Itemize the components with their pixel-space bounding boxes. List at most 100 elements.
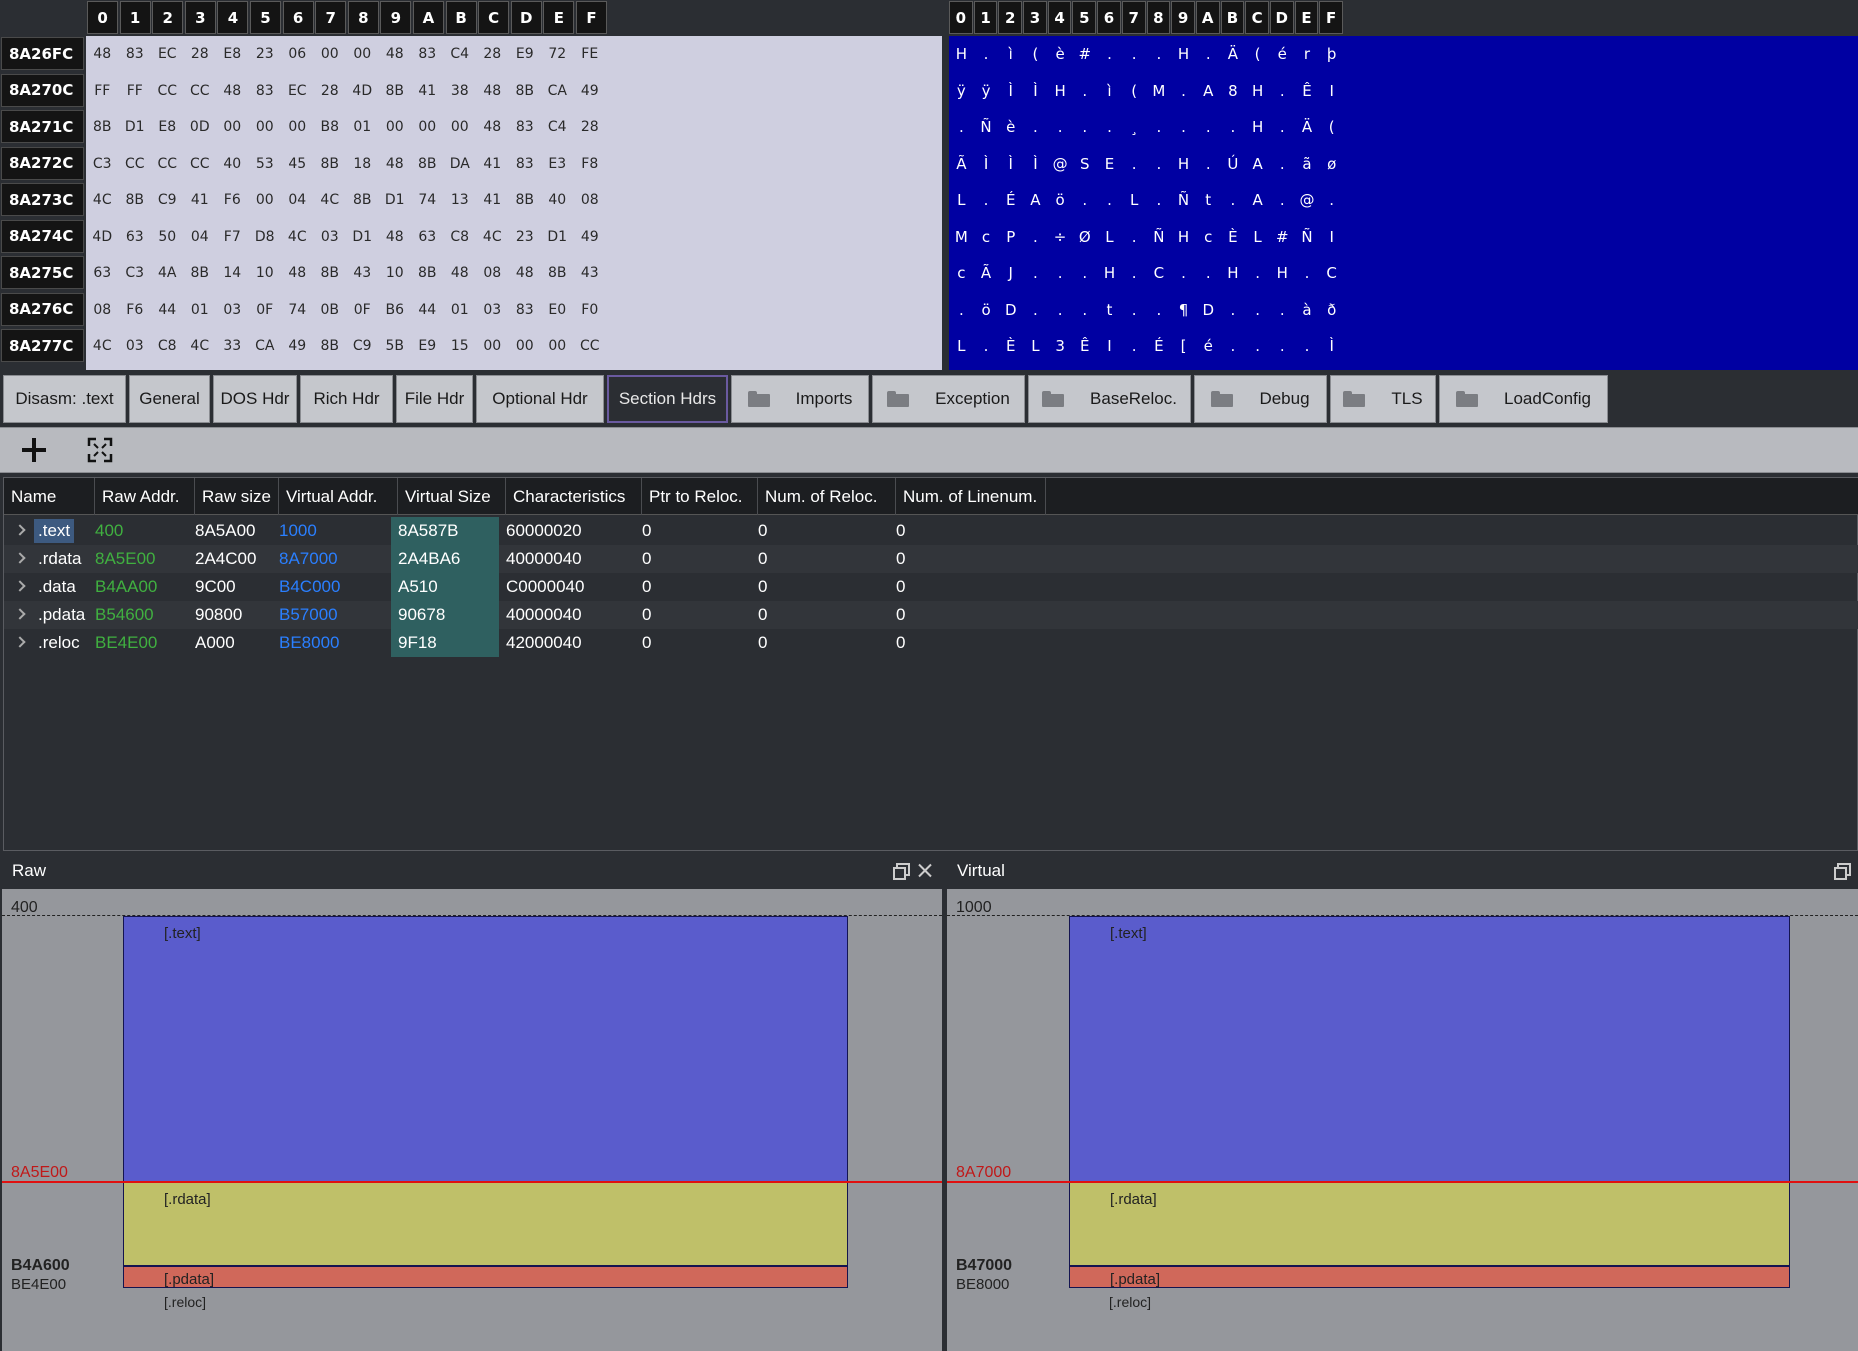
hex-byte[interactable]: 8B [314,156,347,172]
ascii-char[interactable]: . [1147,155,1172,173]
cell-ptr-reloc[interactable]: 0 [635,517,751,545]
cell-ptr-reloc[interactable]: 0 [635,545,751,573]
ascii-char[interactable]: Ú [1221,155,1246,173]
hex-byte[interactable]: F8 [574,156,607,172]
hex-byte[interactable]: D1 [379,192,412,208]
hex-byte[interactable]: 01 [184,302,217,318]
ascii-char[interactable]: é [1270,45,1295,63]
virtual-rdata-segment[interactable]: [.rdata] [1069,1182,1790,1266]
ascii-char[interactable]: Ñ [1147,228,1172,246]
ascii-char[interactable]: . [1147,191,1172,209]
hex-byte[interactable]: 72 [541,46,574,62]
ascii-char[interactable]: . [1072,82,1097,100]
hex-byte[interactable]: 49 [281,338,314,354]
ascii-char[interactable]: . [1023,264,1048,282]
ascii-char[interactable]: ì [998,45,1023,63]
ascii-char[interactable]: . [1023,301,1048,319]
hex-byte[interactable]: CC [574,338,607,354]
cell-num-linenum[interactable]: 0 [889,573,1039,601]
cell-virt-addr[interactable]: 8A7000 [272,545,391,573]
hex-byte[interactable]: 48 [476,119,509,135]
ascii-char[interactable]: ÿ [974,82,999,100]
ascii-char[interactable]: A [1245,155,1270,173]
cell-raw-size[interactable]: 9C00 [188,573,272,601]
hex-byte[interactable]: 4C [281,229,314,245]
ascii-char[interactable]: ø [1319,155,1344,173]
ascii-char[interactable]: . [1270,155,1295,173]
hex-byte[interactable]: 8B [541,265,574,281]
hex-byte[interactable]: 48 [444,265,477,281]
hex-byte[interactable]: 43 [346,265,379,281]
ascii-row[interactable]: H. ì(è #... H. Ä(é r þ [949,36,1344,72]
ascii-char[interactable]: A [1245,191,1270,209]
ascii-char[interactable]: . [974,191,999,209]
hex-byte[interactable]: 00 [346,46,379,62]
hex-byte[interactable]: 08 [574,192,607,208]
ascii-char[interactable]: . [1221,301,1246,319]
hex-byte[interactable]: 0B [314,302,347,318]
chevron-right-icon[interactable] [14,608,26,620]
ascii-char[interactable]: . [1072,118,1097,136]
ascii-char[interactable]: H [1245,82,1270,100]
ascii-char[interactable]: ÷ [1048,228,1073,246]
hex-byte[interactable]: 83 [509,119,542,135]
ascii-char[interactable]: é [1196,337,1221,355]
hex-byte[interactable]: 03 [476,302,509,318]
hex-byte[interactable]: 06 [281,46,314,62]
ascii-char[interactable]: 8 [1221,82,1246,100]
hex-byte[interactable]: B8 [314,119,347,135]
cell-raw-addr[interactable]: B4AA00 [88,573,188,601]
ascii-char[interactable]: ÿ [949,82,974,100]
hex-byte[interactable]: C4 [444,46,477,62]
ascii-char[interactable]: H [1048,82,1073,100]
ascii-char[interactable]: A [1023,191,1048,209]
hex-byte-row[interactable]: 4D 63 50 04 F7 D8 4C 03 D1 48 63 C8 4C 23 D1 49 [86,219,606,255]
ascii-char[interactable]: . [1097,118,1122,136]
cell-name[interactable]: .reloc [4,629,88,657]
restore-icon[interactable] [1833,862,1851,880]
cell-num-reloc[interactable]: 0 [751,545,889,573]
ascii-char[interactable]: . [1245,301,1270,319]
ascii-char[interactable]: H [1171,45,1196,63]
cell-ptr-reloc[interactable]: 0 [635,629,751,657]
cell-num-linenum[interactable]: 0 [889,517,1039,545]
hex-byte[interactable]: 00 [509,338,542,354]
cell-characteristics[interactable]: 60000020 [499,517,635,545]
ascii-char[interactable]: c [1196,228,1221,246]
hex-byte[interactable]: 5B [379,338,412,354]
tab-imports[interactable]: Imports [731,375,869,423]
cell-characteristics[interactable]: 42000040 [499,629,635,657]
ascii-char[interactable]: . [1122,301,1147,319]
ascii-row[interactable]: cÃJ...H.C..H.H.C [949,255,1344,291]
section-headers-table[interactable]: Name Raw Addr. Raw size Virtual Addr. Virtua… [3,477,1858,851]
ascii-char[interactable]: Ä [1295,118,1320,136]
column-header[interactable]: Name [4,478,95,515]
hex-byte[interactable]: 48 [509,265,542,281]
tab-file-hdr[interactable]: File Hdr [396,375,473,423]
ascii-char[interactable]: . [949,301,974,319]
add-section-button[interactable] [18,434,50,466]
ascii-char[interactable]: . [1245,337,1270,355]
hex-byte[interactable]: 23 [509,229,542,245]
hex-byte[interactable]: 28 [476,46,509,62]
hex-byte[interactable]: 41 [476,192,509,208]
column-header[interactable]: Num. of Linenum. [896,478,1046,515]
tab-optional-hdr[interactable]: Optional Hdr [476,375,604,423]
hex-byte[interactable]: 74 [281,302,314,318]
cell-characteristics[interactable]: 40000040 [499,601,635,629]
tab-tls[interactable]: TLS [1330,375,1436,423]
cell-raw-addr[interactable]: 400 [88,517,188,545]
hex-byte[interactable]: C8 [151,338,184,354]
hex-byte[interactable]: 8B [509,192,542,208]
hex-byte[interactable]: 08 [86,302,119,318]
ascii-char[interactable]: C [1319,264,1344,282]
cell-num-linenum[interactable]: 0 [889,601,1039,629]
cell-virt-addr[interactable]: 1000 [272,517,391,545]
tab-rich-hdr[interactable]: Rich Hdr [300,375,393,423]
hex-byte[interactable]: 4C [184,338,217,354]
ascii-char[interactable]: . [1122,45,1147,63]
hex-byte[interactable]: 53 [249,156,282,172]
ascii-char[interactable]: . [1270,337,1295,355]
hex-byte[interactable]: 28 [314,83,347,99]
hex-byte[interactable]: C9 [151,192,184,208]
